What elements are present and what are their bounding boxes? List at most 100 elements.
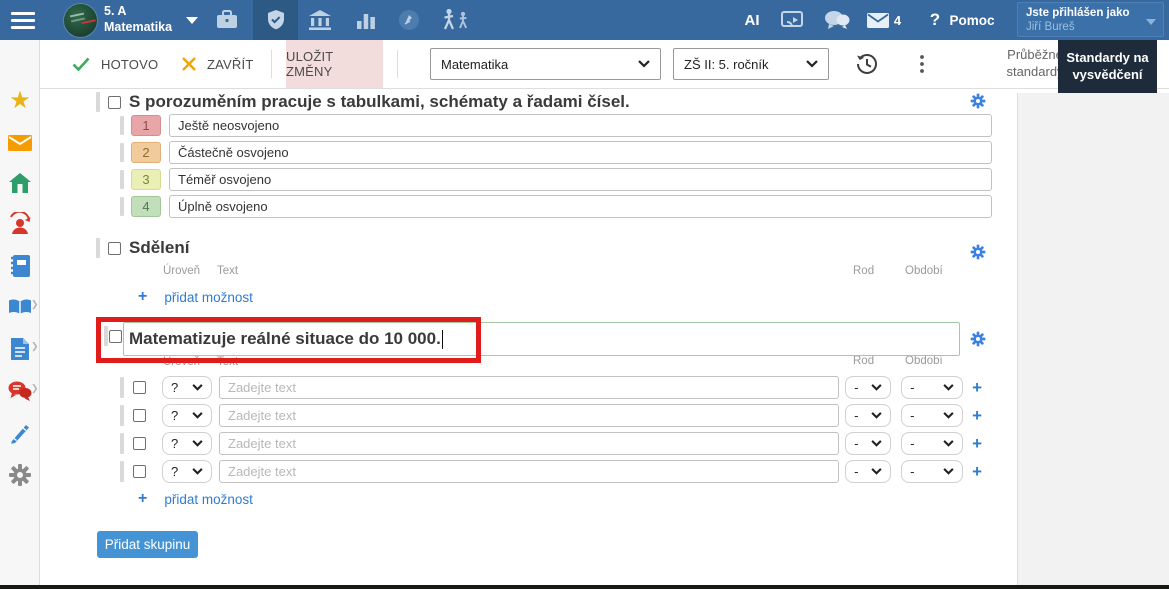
messages-nav-item[interactable]: 4 — [862, 0, 906, 40]
chevron-down-icon — [943, 384, 954, 391]
gender-select[interactable]: - — [845, 404, 891, 427]
section3-gear-icon[interactable] — [970, 331, 986, 347]
shield-icon[interactable] — [262, 0, 290, 40]
compass-badge-icon[interactable] — [396, 0, 422, 40]
option-text-input[interactable] — [169, 114, 992, 137]
level-option-row: 1 — [120, 114, 992, 137]
section1-gear-icon[interactable] — [970, 93, 986, 109]
drag-handle[interactable] — [120, 170, 124, 189]
ai-nav-item[interactable]: AI — [740, 0, 764, 40]
history-button[interactable] — [855, 40, 879, 88]
hamburger-menu-icon[interactable] — [8, 0, 38, 40]
section1-header: S porozuměním pracuje s tabulkami, schém… — [96, 91, 630, 113]
text-cursor — [442, 330, 443, 349]
add-option-link[interactable]: + přidat možnost — [138, 490, 253, 508]
ai-label: AI — [745, 12, 760, 29]
pen-icon[interactable] — [0, 418, 40, 448]
section1-checkbox[interactable] — [108, 96, 121, 109]
drag-handle[interactable] — [96, 92, 100, 112]
column-header-text: Text — [217, 356, 238, 368]
section2-checkbox[interactable] — [108, 242, 121, 255]
drag-handle[interactable] — [120, 377, 124, 398]
logged-in-caption: Jste přihlášen jako — [1026, 6, 1143, 20]
period-select[interactable]: - — [901, 460, 963, 483]
level-select[interactable]: ? — [162, 432, 212, 455]
entry-text-input[interactable] — [219, 376, 839, 399]
walking-people-icon[interactable] — [438, 0, 474, 40]
option-text-input[interactable] — [169, 168, 992, 191]
drag-handle[interactable] — [120, 116, 124, 135]
level-select[interactable]: ? — [162, 460, 212, 483]
entry-text-input[interactable] — [219, 404, 839, 427]
class-selector[interactable]: 5. A Matematika — [104, 0, 172, 40]
column-header-level: Úroveň — [163, 356, 200, 368]
option-text-input[interactable] — [169, 195, 992, 218]
settings-gear-icon[interactable] — [0, 460, 40, 490]
more-options-button[interactable] — [917, 40, 927, 88]
section2-header: Sdělení — [96, 237, 189, 259]
logged-in-user-name: Jiří Bureš — [1026, 20, 1143, 34]
period-select[interactable]: - — [901, 432, 963, 455]
add-group-button[interactable]: Přidat skupinu — [97, 531, 198, 558]
period-select[interactable]: - — [901, 404, 963, 427]
class-avatar[interactable] — [62, 0, 98, 40]
drag-handle[interactable] — [120, 405, 124, 426]
entry-text-input[interactable] — [219, 432, 839, 455]
section2-gear-icon[interactable] — [970, 244, 986, 260]
favorites-star-icon[interactable]: ★ — [0, 86, 40, 116]
subject-select[interactable]: Matematika — [430, 48, 661, 80]
help-nav-item[interactable]: ? — [925, 0, 945, 40]
option-text-input[interactable] — [169, 141, 992, 164]
add-option-link[interactable]: + přidat možnost — [138, 288, 253, 306]
chevron-down-icon — [943, 440, 954, 447]
row-checkbox[interactable] — [133, 409, 146, 422]
row-checkbox[interactable] — [133, 381, 146, 394]
level-badge: 3 — [131, 169, 161, 190]
done-button[interactable]: HOTOVO — [72, 40, 158, 88]
chevron-down-icon — [871, 440, 882, 447]
chat-icon[interactable] — [822, 0, 852, 40]
drag-handle[interactable] — [104, 326, 108, 346]
bar-chart-icon[interactable] — [352, 0, 380, 40]
history-icon — [855, 52, 879, 76]
entry-text-input[interactable] — [219, 460, 839, 483]
section3-checkbox[interactable] — [109, 330, 122, 343]
level-select[interactable]: ? — [162, 404, 212, 427]
add-row-plus-icon[interactable]: + — [972, 462, 982, 482]
section3-title-input[interactable]: Matematizuje reálné situace do 10 000. — [123, 322, 960, 356]
entry-row: ? - - + — [120, 404, 982, 427]
drag-handle[interactable] — [96, 238, 100, 258]
add-row-plus-icon[interactable]: + — [972, 434, 982, 454]
home-icon[interactable] — [0, 168, 40, 198]
drag-handle[interactable] — [120, 197, 124, 216]
gender-select[interactable]: - — [845, 376, 891, 399]
save-changes-button[interactable]: ULOŽIT ZMĚNY — [286, 40, 383, 88]
mail-icon[interactable] — [0, 128, 40, 158]
period-select[interactable]: - — [901, 376, 963, 399]
class-dropdown-caret-icon[interactable] — [182, 0, 202, 40]
level-select[interactable]: ? — [162, 376, 212, 399]
drag-handle[interactable] — [120, 461, 124, 482]
entry-row: ? - - + — [120, 376, 982, 399]
add-row-plus-icon[interactable]: + — [972, 406, 982, 426]
level-option-row: 2 — [120, 141, 992, 164]
help-label-item[interactable]: Pomoc — [946, 0, 998, 40]
gender-select[interactable]: - — [845, 432, 891, 455]
drag-handle[interactable] — [120, 143, 124, 162]
cast-icon[interactable] — [779, 0, 805, 40]
add-row-plus-icon[interactable]: + — [972, 378, 982, 398]
gender-select[interactable]: - — [845, 460, 891, 483]
row-checkbox[interactable] — [133, 465, 146, 478]
tab-report-standards[interactable]: Standardy na vysvědčení — [1058, 40, 1157, 93]
notebook-icon[interactable] — [0, 251, 40, 281]
close-button[interactable]: ZAVŘÍT — [182, 40, 253, 88]
submenu-arrow-icon: ❯ — [31, 299, 39, 310]
grade-select[interactable]: ZŠ II: 5. ročník — [673, 48, 829, 80]
briefcase-icon[interactable] — [213, 0, 241, 40]
institution-icon[interactable] — [305, 0, 335, 40]
row-checkbox[interactable] — [133, 437, 146, 450]
logged-in-user-menu[interactable]: Jste přihlášen jako Jiří Bureš — [1017, 2, 1164, 37]
drag-handle[interactable] — [120, 433, 124, 454]
person-refresh-icon[interactable] — [0, 209, 40, 239]
plus-icon: + — [138, 288, 147, 306]
